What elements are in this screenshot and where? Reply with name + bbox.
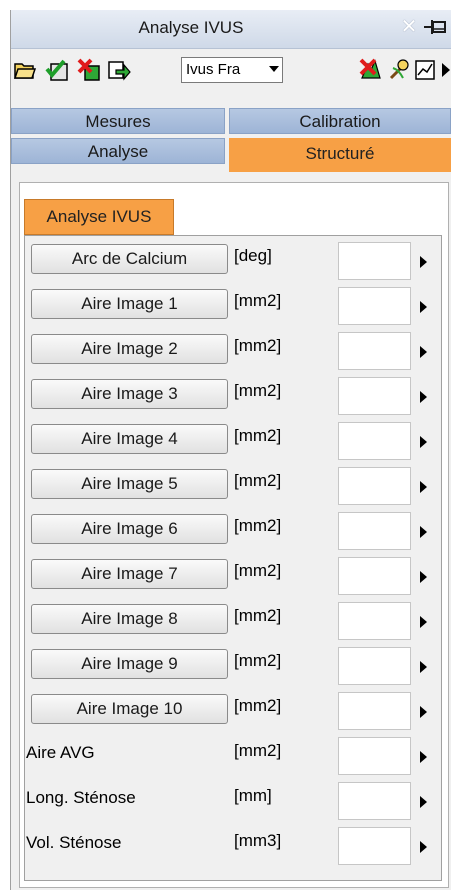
measure-value-field[interactable] (338, 512, 411, 550)
expand-arrow-icon[interactable] (420, 661, 427, 673)
tab-calibration[interactable]: Calibration (229, 108, 451, 134)
measure-button[interactable]: Aire Image 5 (31, 469, 228, 499)
measure-row: Vol. Sténose [mm3] (25, 827, 443, 871)
panel-title: Analyse IVUS (138, 18, 244, 37)
more-arrow-icon[interactable] (441, 58, 451, 82)
expand-arrow-icon[interactable] (420, 616, 427, 628)
measure-unit: [mm2] (234, 741, 282, 760)
measure-row: Aire Image 10 [mm2] (25, 692, 443, 736)
expand-arrow-icon[interactable] (420, 391, 427, 403)
measure-unit: [mm2] (234, 426, 282, 445)
measure-value-field[interactable] (338, 737, 411, 775)
measure-unit: [mm2] (234, 651, 282, 670)
measure-value-field[interactable] (338, 467, 411, 505)
structured-content: Analyse IVUS Arc de Calcium [deg] Aire Ima… (19, 182, 449, 888)
measure-unit: [mm] (234, 786, 272, 805)
measure-value-field[interactable] (338, 242, 411, 280)
measure-row: Aire Image 7 [mm2] (25, 557, 443, 601)
open-folder-icon[interactable] (13, 58, 37, 82)
export-icon[interactable] (107, 58, 131, 82)
measure-unit: [mm2] (234, 516, 282, 535)
measure-row: Aire Image 6 [mm2] (25, 512, 443, 556)
pin-icon[interactable] (423, 16, 447, 38)
measure-label: Vol. Sténose (26, 833, 122, 852)
measure-unit: [mm2] (234, 561, 282, 580)
measure-value-field[interactable] (338, 377, 411, 415)
tools-icon[interactable] (387, 58, 411, 82)
measure-label: Aire AVG (26, 743, 95, 762)
tab-analyse-ivus[interactable]: Analyse IVUS (24, 199, 174, 235)
expand-arrow-icon[interactable] (420, 841, 427, 853)
measure-value-field[interactable] (338, 557, 411, 595)
measure-button[interactable]: Aire Image 10 (31, 694, 228, 724)
tab-row-bottom: Analyse Structuré (11, 138, 451, 172)
panel-title-bar[interactable]: Analyse IVUS ✕ (11, 10, 451, 49)
tab-row-top: Mesures Calibration (11, 108, 451, 136)
measure-value-field[interactable] (338, 287, 411, 325)
measure-row: Aire Image 3 [mm2] (25, 377, 443, 421)
toolbar: Ivus Fra (11, 50, 451, 90)
measure-value-field[interactable] (338, 422, 411, 460)
measure-unit: [mm2] (234, 696, 282, 715)
measure-unit: [mm2] (234, 381, 282, 400)
measure-unit: [mm2] (234, 291, 282, 310)
measure-value-field[interactable] (338, 782, 411, 820)
analyse-ivus-panel: Analyse IVUS ✕ Ivus Fra Mesures Calibrat… (10, 10, 451, 890)
expand-arrow-icon[interactable] (420, 751, 427, 763)
delete-icon[interactable] (77, 58, 101, 82)
measure-row: Aire Image 5 [mm2] (25, 467, 443, 511)
chart-icon[interactable] (413, 58, 437, 82)
measure-button[interactable]: Arc de Calcium (31, 244, 228, 274)
check-save-icon[interactable] (45, 58, 69, 82)
measure-value-field[interactable] (338, 647, 411, 685)
measure-row: Aire Image 4 [mm2] (25, 422, 443, 466)
measure-button[interactable]: Aire Image 1 (31, 289, 228, 319)
measures-list: Arc de Calcium [deg] Aire Image 1 [mm2] Aire… (24, 235, 442, 881)
measure-value-field[interactable] (338, 827, 411, 865)
measure-button[interactable]: Aire Image 6 (31, 514, 228, 544)
measure-unit: [mm2] (234, 606, 282, 625)
measure-label: Long. Sténose (26, 788, 136, 807)
measure-button[interactable]: Aire Image 4 (31, 424, 228, 454)
measure-button[interactable]: Aire Image 2 (31, 334, 228, 364)
measure-row: Aire AVG [mm2] (25, 737, 443, 781)
tab-analyse[interactable]: Analyse (11, 138, 225, 164)
measure-button[interactable]: Aire Image 8 (31, 604, 228, 634)
measure-value-field[interactable] (338, 692, 411, 730)
expand-arrow-icon[interactable] (420, 256, 427, 268)
measure-unit: [mm2] (234, 471, 282, 490)
measure-unit: [mm3] (234, 831, 282, 850)
expand-arrow-icon[interactable] (420, 436, 427, 448)
protocol-select-value: Ivus Fra (186, 61, 241, 78)
expand-arrow-icon[interactable] (420, 346, 427, 358)
measure-unit: [mm2] (234, 336, 282, 355)
measure-row: Arc de Calcium [deg] (25, 242, 443, 286)
measure-button[interactable]: Aire Image 7 (31, 559, 228, 589)
expand-arrow-icon[interactable] (420, 481, 427, 493)
expand-arrow-icon[interactable] (420, 301, 427, 313)
protocol-select[interactable]: Ivus Fra (181, 57, 283, 83)
tab-structure[interactable]: Structuré (229, 138, 451, 172)
measure-row: Aire Image 9 [mm2] (25, 647, 443, 691)
expand-arrow-icon[interactable] (420, 571, 427, 583)
measure-button[interactable]: Aire Image 9 (31, 649, 228, 679)
measure-value-field[interactable] (338, 602, 411, 640)
measure-unit: [deg] (234, 246, 272, 265)
measure-row: Aire Image 8 [mm2] (25, 602, 443, 646)
close-icon[interactable]: ✕ (399, 16, 419, 38)
delete-measure-icon[interactable] (359, 58, 383, 82)
tab-mesures[interactable]: Mesures (11, 108, 225, 134)
expand-arrow-icon[interactable] (420, 706, 427, 718)
measure-button[interactable]: Aire Image 3 (31, 379, 228, 409)
expand-arrow-icon[interactable] (420, 526, 427, 538)
chevron-down-icon[interactable] (269, 66, 279, 72)
measure-row: Aire Image 2 [mm2] (25, 332, 443, 376)
measure-row: Long. Sténose [mm] (25, 782, 443, 826)
expand-arrow-icon[interactable] (420, 796, 427, 808)
measure-value-field[interactable] (338, 332, 411, 370)
measure-row: Aire Image 1 [mm2] (25, 287, 443, 331)
